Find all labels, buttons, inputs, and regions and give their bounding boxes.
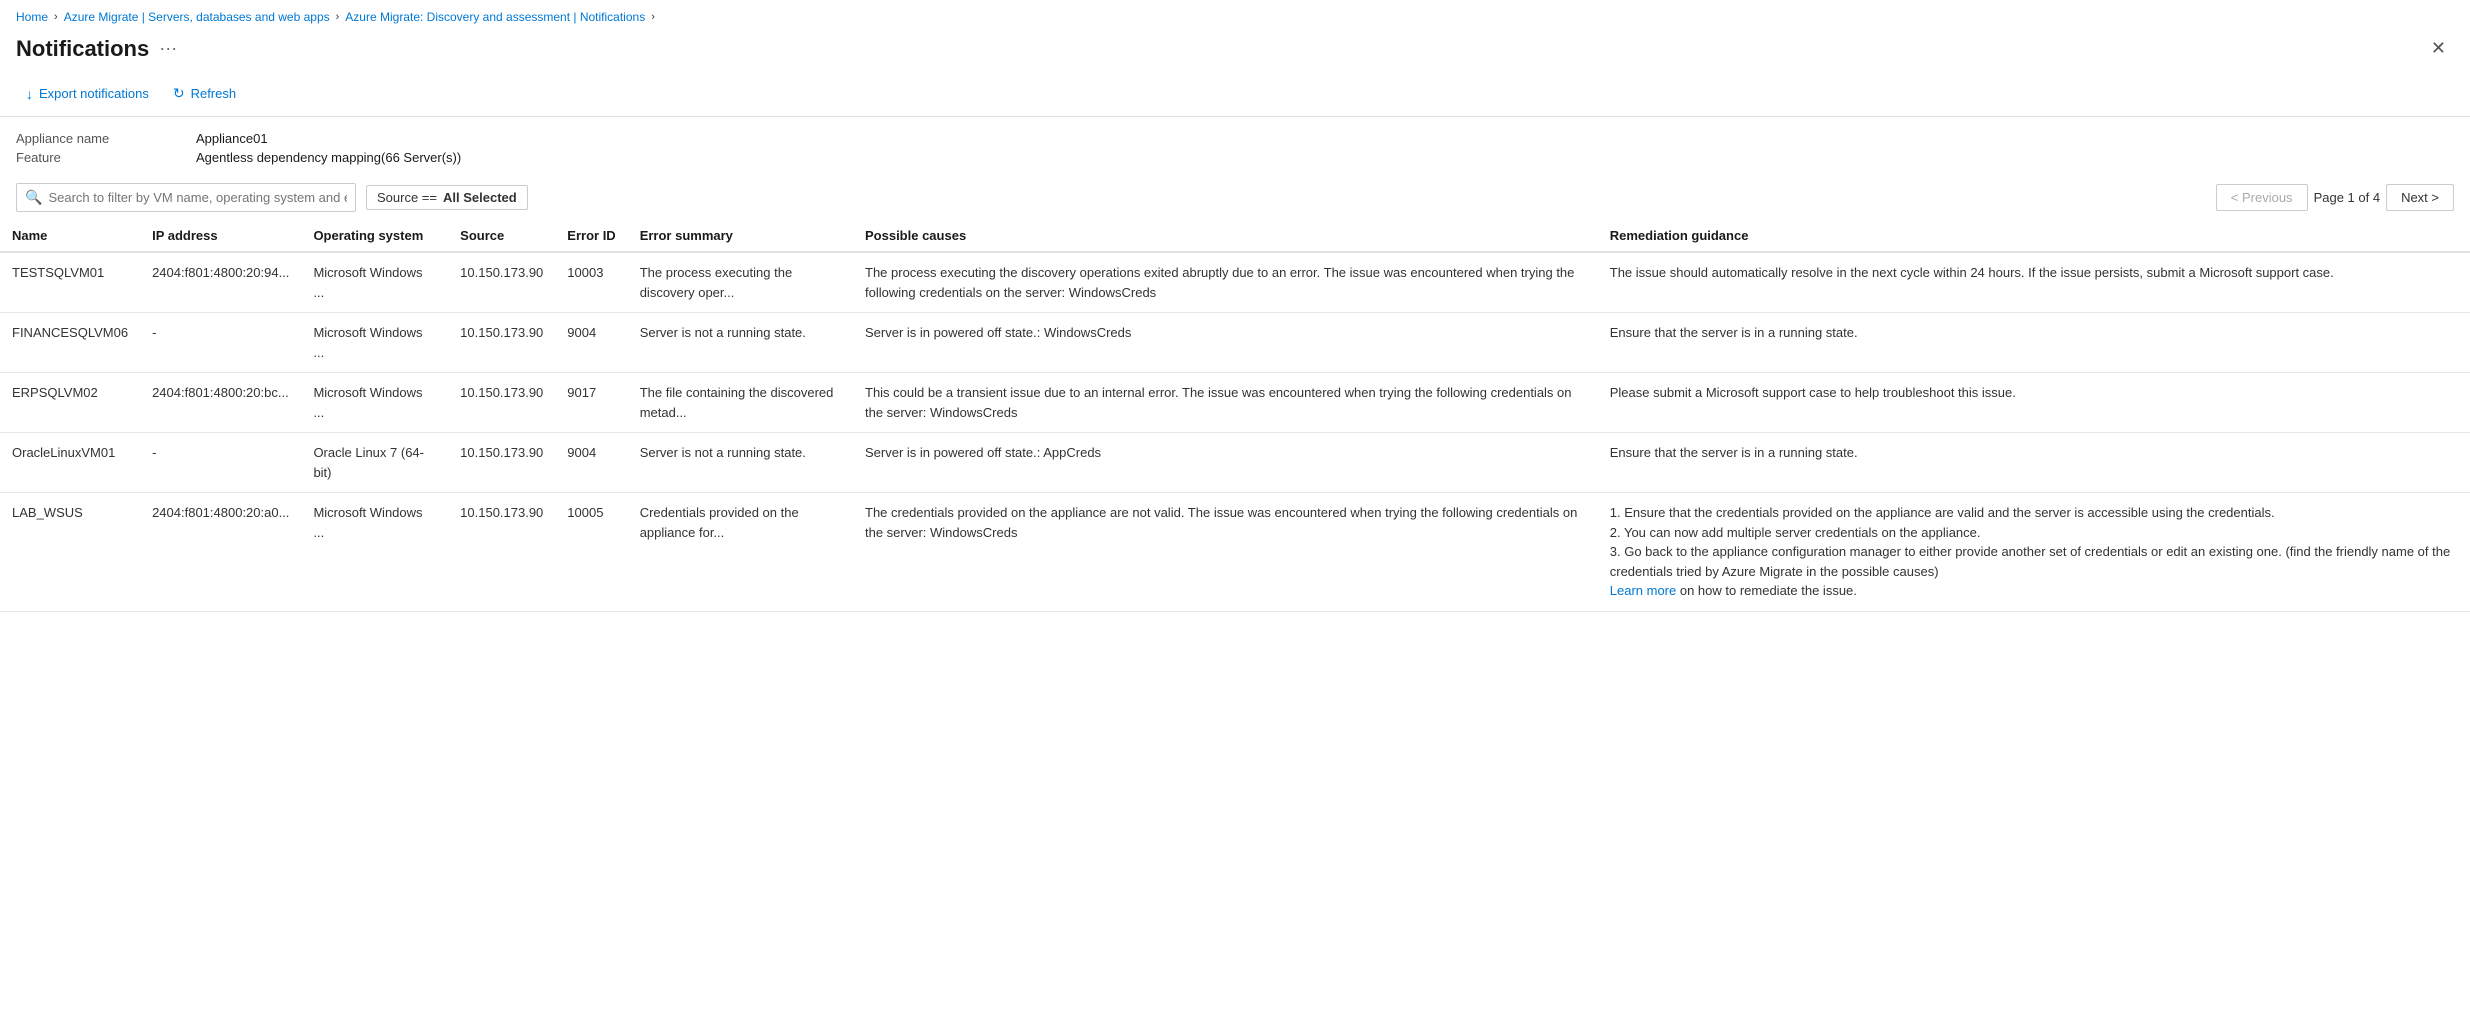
cell-possible-causes: The process executing the discovery oper… [853, 252, 1598, 313]
page-info: Page 1 of 4 [2314, 190, 2381, 205]
cell-possible-causes: Server is in powered off state.: Windows… [853, 313, 1598, 373]
cell-error-id: 9004 [555, 313, 627, 373]
cell-ip: 2404:f801:4800:20:a0... [140, 493, 301, 612]
col-ip: IP address [140, 220, 301, 252]
col-remediation: Remediation guidance [1598, 220, 2470, 252]
cell-source: 10.150.173.90 [448, 433, 555, 493]
cell-source: 10.150.173.90 [448, 252, 555, 313]
search-input[interactable] [48, 190, 347, 205]
cell-os: Microsoft Windows ... [301, 252, 448, 313]
cell-error-id: 9004 [555, 433, 627, 493]
cell-os: Microsoft Windows ... [301, 493, 448, 612]
cell-remediation: Please submit a Microsoft support case t… [1598, 373, 2470, 433]
cell-source: 10.150.173.90 [448, 493, 555, 612]
page-title: Notifications [16, 36, 149, 62]
cell-remediation: Ensure that the server is in a running s… [1598, 433, 2470, 493]
cell-ip: - [140, 313, 301, 373]
table-container: Name IP address Operating system Source … [0, 220, 2470, 612]
col-possible-causes: Possible causes [853, 220, 1598, 252]
breadcrumb-home[interactable]: Home [16, 10, 48, 24]
table-row: ERPSQLVM022404:f801:4800:20:bc...Microso… [0, 373, 2470, 433]
cell-error-summary: The process executing the discovery oper… [628, 252, 853, 313]
table-row: OracleLinuxVM01-Oracle Linux 7 (64-bit)1… [0, 433, 2470, 493]
breadcrumb: Home › Azure Migrate | Servers, database… [0, 0, 2470, 30]
cell-name: LAB_WSUS [0, 493, 140, 612]
cell-possible-causes: The credentials provided on the applianc… [853, 493, 1598, 612]
filter-tag-source[interactable]: Source == All Selected [366, 185, 528, 210]
col-source: Source [448, 220, 555, 252]
cell-possible-causes: Server is in powered off state.: AppCred… [853, 433, 1598, 493]
breadcrumb-notifications[interactable]: Azure Migrate: Discovery and assessment … [345, 10, 645, 24]
col-name: Name [0, 220, 140, 252]
cell-remediation: Ensure that the server is in a running s… [1598, 313, 2470, 373]
col-os: Operating system [301, 220, 448, 252]
toolbar: ↓ Export notifications ↻ Refresh [0, 75, 2470, 117]
search-icon: 🔍 [25, 189, 42, 206]
filter-bar: 🔍 Source == All Selected < Previous Page… [0, 175, 2470, 220]
cell-error-id: 9017 [555, 373, 627, 433]
col-error-summary: Error summary [628, 220, 853, 252]
cell-ip: 2404:f801:4800:20:bc... [140, 373, 301, 433]
filter-tag-prefix: Source == [377, 190, 437, 205]
cell-error-summary: Server is not a running state. [628, 313, 853, 373]
cell-error-summary: Server is not a running state. [628, 433, 853, 493]
export-notifications-button[interactable]: ↓ Export notifications [16, 80, 159, 108]
cell-error-summary: The file containing the discovered metad… [628, 373, 853, 433]
refresh-icon: ↻ [173, 85, 185, 102]
cell-os: Microsoft Windows ... [301, 313, 448, 373]
cell-error-id: 10005 [555, 493, 627, 612]
cell-remediation: 1. Ensure that the credentials provided … [1598, 493, 2470, 612]
cell-remediation: The issue should automatically resolve i… [1598, 252, 2470, 313]
cell-ip: - [140, 433, 301, 493]
learn-more-link[interactable]: Learn more [1610, 583, 1676, 598]
filter-left: 🔍 Source == All Selected [16, 183, 528, 212]
page-header: Notifications ··· ✕ [0, 30, 2470, 75]
table-header-row: Name IP address Operating system Source … [0, 220, 2470, 252]
cell-os: Microsoft Windows ... [301, 373, 448, 433]
cell-name: ERPSQLVM02 [0, 373, 140, 433]
table-row: FINANCESQLVM06-Microsoft Windows ...10.1… [0, 313, 2470, 373]
filter-tag-value: All Selected [443, 190, 517, 205]
more-options-button[interactable]: ··· [159, 38, 177, 59]
cell-name: FINANCESQLVM06 [0, 313, 140, 373]
feature-value: Agentless dependency mapping(66 Server(s… [196, 150, 2454, 165]
breadcrumb-servers[interactable]: Azure Migrate | Servers, databases and w… [64, 10, 330, 24]
info-section: Appliance name Appliance01 Feature Agent… [0, 117, 2470, 175]
cell-source: 10.150.173.90 [448, 373, 555, 433]
notifications-table: Name IP address Operating system Source … [0, 220, 2470, 612]
previous-button[interactable]: < Previous [2216, 184, 2308, 211]
feature-label: Feature [16, 150, 196, 165]
next-button[interactable]: Next > [2386, 184, 2454, 211]
appliance-name-value: Appliance01 [196, 131, 2454, 146]
refresh-button[interactable]: ↻ Refresh [163, 79, 246, 108]
cell-name: TESTSQLVM01 [0, 252, 140, 313]
cell-error-id: 10003 [555, 252, 627, 313]
table-row: LAB_WSUS2404:f801:4800:20:a0...Microsoft… [0, 493, 2470, 612]
download-icon: ↓ [26, 86, 33, 102]
cell-possible-causes: This could be a transient issue due to a… [853, 373, 1598, 433]
cell-ip: 2404:f801:4800:20:94... [140, 252, 301, 313]
pagination: < Previous Page 1 of 4 Next > [2216, 184, 2454, 211]
col-error-id: Error ID [555, 220, 627, 252]
cell-error-summary: Credentials provided on the appliance fo… [628, 493, 853, 612]
table-row: TESTSQLVM012404:f801:4800:20:94...Micros… [0, 252, 2470, 313]
cell-source: 10.150.173.90 [448, 313, 555, 373]
cell-os: Oracle Linux 7 (64-bit) [301, 433, 448, 493]
appliance-name-label: Appliance name [16, 131, 196, 146]
close-button[interactable]: ✕ [2423, 34, 2454, 63]
search-box[interactable]: 🔍 [16, 183, 356, 212]
cell-name: OracleLinuxVM01 [0, 433, 140, 493]
